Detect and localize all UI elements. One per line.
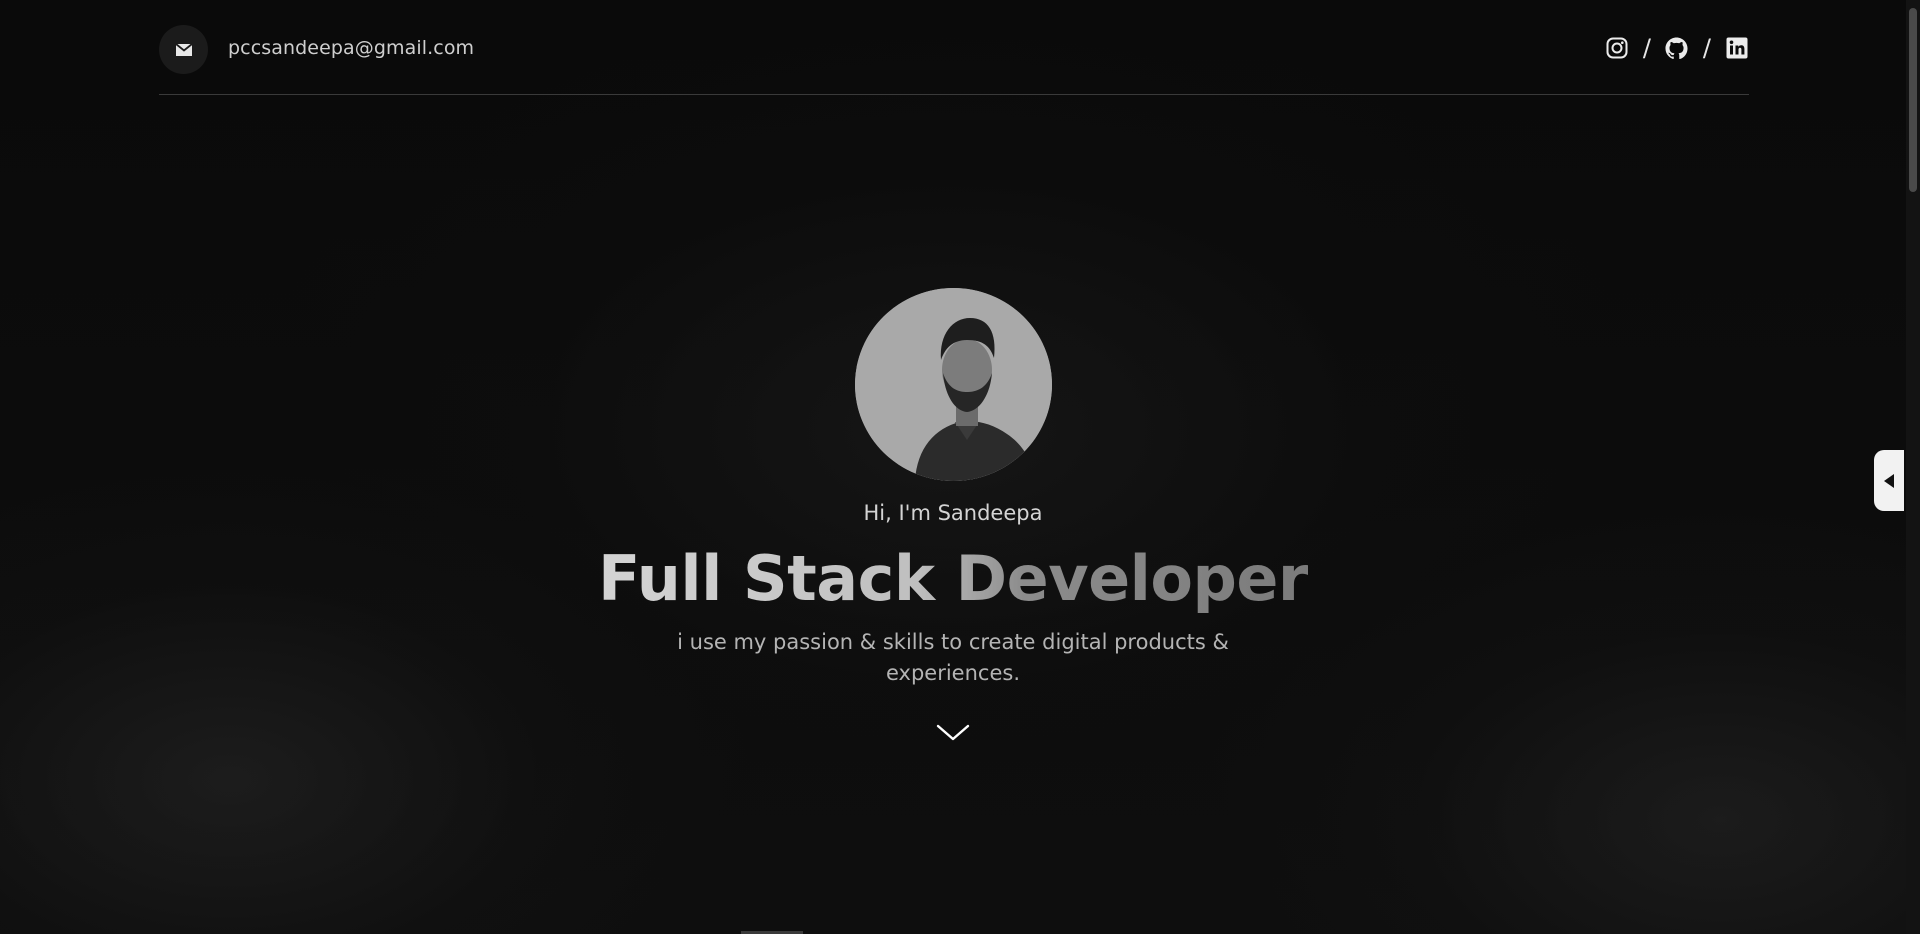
- instagram-icon: [1606, 37, 1628, 59]
- scrollbar-thumb[interactable]: [1909, 8, 1917, 192]
- separator: /: [1702, 34, 1711, 62]
- scroll-down-button[interactable]: [935, 722, 971, 744]
- chevron-down-icon: [936, 724, 970, 741]
- caret-left-icon: [1884, 473, 1894, 488]
- vertical-scrollbar[interactable]: [1906, 0, 1920, 934]
- github-icon: [1665, 36, 1688, 59]
- github-link[interactable]: [1665, 36, 1689, 60]
- side-panel-toggle[interactable]: [1874, 450, 1904, 511]
- hero-title: Full Stack Developer: [597, 542, 1309, 615]
- social-links: / /: [1605, 36, 1749, 60]
- mail-badge[interactable]: [159, 25, 208, 74]
- hero-title-wrapper: Full Stack Developer: [0, 542, 1906, 615]
- separator: /: [1642, 34, 1651, 62]
- envelope-icon: [174, 42, 193, 56]
- linkedin-icon: [1726, 37, 1748, 59]
- top-bar: pccsandeepa@gmail.com / /: [159, 0, 1749, 95]
- email-link[interactable]: pccsandeepa@gmail.com: [228, 37, 474, 59]
- profile-photo: [855, 288, 1052, 481]
- page: pccsandeepa@gmail.com / / Hi, I'm Sandee…: [0, 0, 1920, 934]
- linkedin-link[interactable]: [1725, 36, 1749, 60]
- person-portrait-icon: [855, 288, 1052, 481]
- instagram-link[interactable]: [1605, 36, 1629, 60]
- greeting-text: Hi, I'm Sandeepa: [863, 501, 1043, 525]
- hero-subtitle: i use my passion & skills to create digi…: [677, 630, 1229, 685]
